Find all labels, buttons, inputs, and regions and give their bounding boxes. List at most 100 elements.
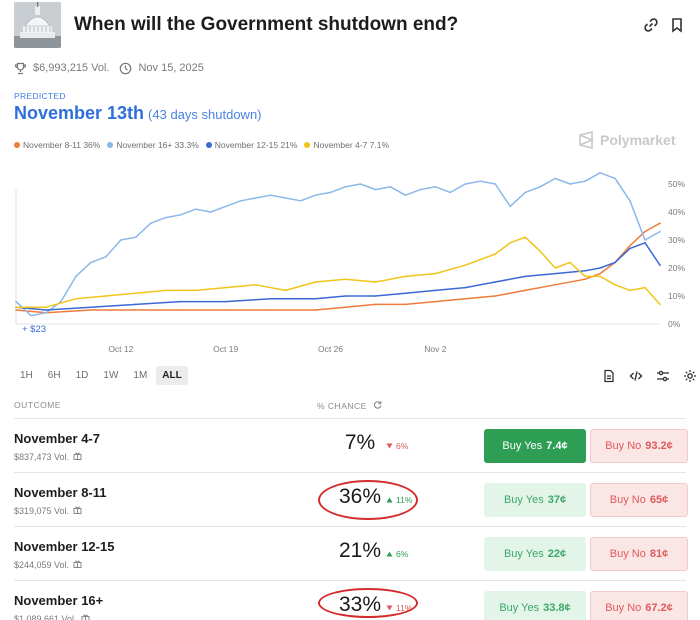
chance-column-header: % CHANCE xyxy=(317,400,382,411)
price-chart[interactable]: 0% 10% 20% 30% 40% 50% Oct 12 Oct 19 Oct 26 Nov 2… xyxy=(0,158,700,358)
series-point-1 xyxy=(284,197,287,199)
series-point-1 xyxy=(419,188,422,191)
range-button-1h[interactable]: 1H xyxy=(14,366,39,385)
buy-no-button[interactable]: Buy No 65¢ xyxy=(590,483,688,517)
legend-label: November 8-11 36% xyxy=(23,140,101,150)
series-point-0 xyxy=(15,309,17,311)
series-point-1 xyxy=(209,211,212,213)
series-point-2 xyxy=(644,242,646,244)
outcome-chance: 7% xyxy=(344,431,376,454)
code-embed-icon[interactable] xyxy=(628,368,644,384)
series-point-1 xyxy=(239,200,242,202)
refresh-icon[interactable] xyxy=(373,400,382,411)
document-icon[interactable] xyxy=(601,368,617,384)
series-point-1 xyxy=(569,183,571,185)
series-point-3 xyxy=(45,306,47,308)
series-point-3 xyxy=(434,272,437,275)
series-point-0 xyxy=(224,309,227,311)
range-button-1d[interactable]: 1D xyxy=(70,366,95,385)
series-point-2 xyxy=(45,309,47,311)
chart-legend: November 8-11 36% November 16+ 33.3% Novem… xyxy=(14,140,396,150)
series-point-1 xyxy=(15,300,17,303)
series-point-1 xyxy=(449,191,452,194)
range-button-1m[interactable]: 1M xyxy=(127,366,153,385)
y-tick-label: 50% xyxy=(668,179,685,189)
outcome-chance: 33% xyxy=(338,593,382,616)
series-point-1 xyxy=(629,200,631,202)
series-point-1 xyxy=(314,194,317,196)
series-point-2 xyxy=(434,289,437,292)
series-point-3 xyxy=(584,275,586,278)
buy-yes-label: Buy Yes xyxy=(503,548,544,560)
predicted-headline: November 13th (43 days shutdown) xyxy=(14,103,262,124)
buy-yes-button[interactable]: Buy Yes 22¢ xyxy=(484,537,586,571)
series-point-2 xyxy=(464,286,467,289)
chance-change: 11% xyxy=(386,495,412,505)
series-point-0 xyxy=(135,309,137,311)
series-point-0 xyxy=(314,309,317,311)
outcome-row[interactable]: November 4-7 $837,473 Vol. 7% 6% Buy Yes 7.4¢… xyxy=(14,418,688,472)
x-tick-label: Nov 2 xyxy=(424,344,446,354)
outcome-row[interactable]: November 8-11 $319,075 Vol. 36% 11% Buy Yes 3… xyxy=(14,472,688,526)
legend-item: November 16+ 33.3% xyxy=(107,140,199,150)
gift-icon xyxy=(73,505,82,516)
volume-text: $6,993,215 Vol. xyxy=(33,62,110,74)
legend-item: November 4-7 7.1% xyxy=(304,140,389,150)
bookmark-icon[interactable] xyxy=(668,16,686,34)
series-point-3 xyxy=(524,236,526,238)
capitol-image xyxy=(14,2,61,48)
gift-icon xyxy=(73,559,82,570)
x-tick-label: Oct 26 xyxy=(318,344,343,354)
buy-yes-label: Buy Yes xyxy=(502,440,543,452)
buy-no-button[interactable]: Buy No 81¢ xyxy=(590,537,688,571)
outcome-row[interactable]: November 12-15 $244,059 Vol. 21% 6% Buy Yes 2… xyxy=(14,526,688,580)
outcome-name: November 4-7 xyxy=(14,431,100,446)
series-point-1 xyxy=(194,208,197,210)
series-point-3 xyxy=(15,306,17,308)
link-icon[interactable] xyxy=(642,16,660,34)
series-point-2 xyxy=(90,306,92,308)
series-point-2 xyxy=(524,275,526,278)
series-point-3 xyxy=(284,289,287,292)
outcome-row[interactable]: November 16+ $1,089,661 Vol. 33% 11% Buy Yes… xyxy=(14,580,688,620)
series-point-0 xyxy=(90,309,92,311)
outcome-chance: 21% xyxy=(338,539,382,562)
gear-icon[interactable] xyxy=(682,368,698,384)
series-point-2 xyxy=(614,261,616,264)
buy-no-price: 65¢ xyxy=(649,494,669,506)
buy-no-button[interactable]: Buy No 67.2¢ xyxy=(590,591,688,620)
series-point-0 xyxy=(659,222,661,224)
series-point-3 xyxy=(539,250,541,252)
range-button-1w[interactable]: 1W xyxy=(97,366,124,385)
outcome-volume: $244,059 Vol. xyxy=(14,559,82,570)
buy-yes-price: 33.8¢ xyxy=(543,602,571,614)
buy-no-button[interactable]: Buy No 93.2¢ xyxy=(590,429,688,463)
y-tick-label: 40% xyxy=(668,207,685,217)
sliders-icon[interactable] xyxy=(655,368,671,384)
buy-yes-button[interactable]: Buy Yes 7.4¢ xyxy=(484,429,586,463)
series-point-1 xyxy=(554,177,556,180)
series-point-1 xyxy=(254,197,257,199)
range-button-all[interactable]: ALL xyxy=(156,366,188,385)
series-point-0 xyxy=(599,272,601,275)
buy-yes-button[interactable]: Buy Yes 37¢ xyxy=(484,483,586,517)
buy-yes-button[interactable]: Buy Yes 33.8¢ xyxy=(484,591,586,620)
series-point-1 xyxy=(614,177,616,180)
arrow-up-icon xyxy=(386,497,393,503)
series-point-3 xyxy=(344,278,347,280)
series-point-3 xyxy=(509,242,512,244)
series-point-1 xyxy=(329,191,332,194)
series-point-1 xyxy=(359,183,362,185)
series-point-3 xyxy=(135,292,137,294)
arrow-up-icon xyxy=(386,551,393,557)
range-button-6h[interactable]: 6H xyxy=(42,366,67,385)
chance-change: 11% xyxy=(386,603,412,613)
brand-name: Polymarket xyxy=(600,132,676,148)
series-point-1 xyxy=(404,194,407,196)
series-point-0 xyxy=(644,230,646,233)
series-point-1 xyxy=(659,230,661,233)
series-point-3 xyxy=(224,286,227,289)
series-point-1 xyxy=(105,256,107,258)
y-tick-label: 10% xyxy=(668,291,685,301)
series-point-1 xyxy=(30,314,32,317)
